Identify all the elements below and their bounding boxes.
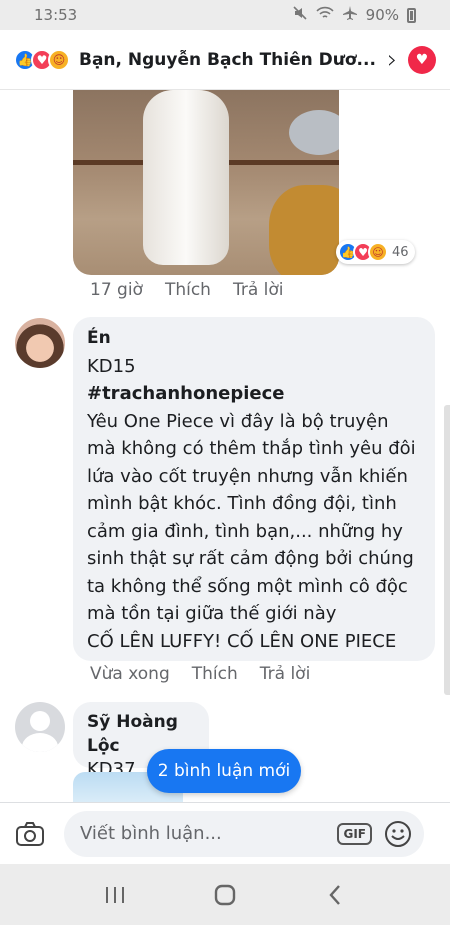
avatar[interactable] <box>15 702 65 752</box>
chevron-right-icon[interactable]: › <box>387 45 397 75</box>
reaction-summary[interactable]: 👍 ♥ ☺ <box>14 48 70 71</box>
battery-level: 90% <box>365 6 399 24</box>
comment-line: mình bật khóc. Tình đồng đội, tình <box>87 493 397 514</box>
comment-photo[interactable] <box>73 90 339 275</box>
scrollbar[interactable] <box>444 405 450 695</box>
comment-line: mà không có thêm thắp tình yêu đôi <box>87 438 416 459</box>
status-bar: 13:53 90% <box>0 0 450 30</box>
haha-reaction-icon: ☺ <box>368 242 388 262</box>
care-reaction-icon: ☺ <box>48 48 70 71</box>
comment-composer: Viết bình luận... GIF <box>0 802 450 864</box>
comment-actions: Vừa xong Thích Trả lời <box>90 664 310 684</box>
home-icon[interactable] <box>205 875 245 915</box>
comment-line: sinh thật sự rất cảm động bởi chúng <box>87 548 414 569</box>
wifi-icon <box>316 5 334 25</box>
comment-input-placeholder: Viết bình luận... <box>80 823 222 844</box>
reactors-names[interactable]: Bạn, Nguyễn Bạch Thiên Dươ... <box>79 50 379 70</box>
comment-author[interactable]: Én <box>87 325 421 353</box>
comment-input[interactable]: Viết bình luận... GIF <box>64 810 424 857</box>
recent-apps-icon[interactable] <box>95 875 135 915</box>
comment-time: Vừa xong <box>90 664 170 684</box>
comment-line: ta không thể sống một mình cô độc <box>87 575 408 597</box>
comment-line: KD15 <box>87 355 136 377</box>
back-icon[interactable] <box>315 875 355 915</box>
comment-line: CỐ LÊN LUFFY! CỐ LÊN ONE PIECE <box>87 630 397 652</box>
love-react-button[interactable]: ♥ <box>408 45 436 74</box>
reactions-header: 👍 ♥ ☺ Bạn, Nguyễn Bạch Thiên Dươ... › ♥ <box>0 30 450 90</box>
comment-line: mà tồn tại giữa thế giới này <box>87 603 337 624</box>
mute-icon <box>292 5 308 25</box>
cat-image <box>143 90 229 265</box>
navigation-bar <box>0 864 450 925</box>
comment-bubble[interactable]: Én KD15 #trachanhonepiece Yêu One Piece … <box>73 317 435 661</box>
reply-link[interactable]: Trả lời <box>233 280 284 300</box>
status-time: 13:53 <box>34 6 78 24</box>
comment-line: lứa vào cốt truyện nhưng vẫn khiến <box>87 465 408 487</box>
new-comments-button[interactable]: 2 bình luận mới <box>147 749 301 793</box>
camera-icon[interactable] <box>14 818 46 850</box>
emoji-icon[interactable] <box>384 820 412 848</box>
hashtag-link[interactable]: #trachanhonepiece <box>87 380 421 408</box>
status-icons: 90% <box>292 5 416 25</box>
airplane-icon <box>342 5 358 25</box>
comment-time: 17 giờ <box>90 280 143 300</box>
like-link[interactable]: Thích <box>165 280 211 300</box>
photo-reaction-badge[interactable]: 👍 ♥ ☺ 46 <box>336 240 415 264</box>
comment-line: Yêu One Piece vì đây là bộ truyện <box>87 410 389 432</box>
comment-line: cảm gia đình, tình bạn,... những hy <box>87 520 403 542</box>
gif-button[interactable]: GIF <box>337 822 372 845</box>
like-link[interactable]: Thích <box>192 664 238 684</box>
comment-actions: 17 giờ Thích Trả lời <box>90 280 284 300</box>
reaction-count: 46 <box>392 244 409 260</box>
battery-icon <box>407 7 416 23</box>
avatar[interactable] <box>15 318 65 368</box>
reply-link[interactable]: Trả lời <box>260 664 311 684</box>
